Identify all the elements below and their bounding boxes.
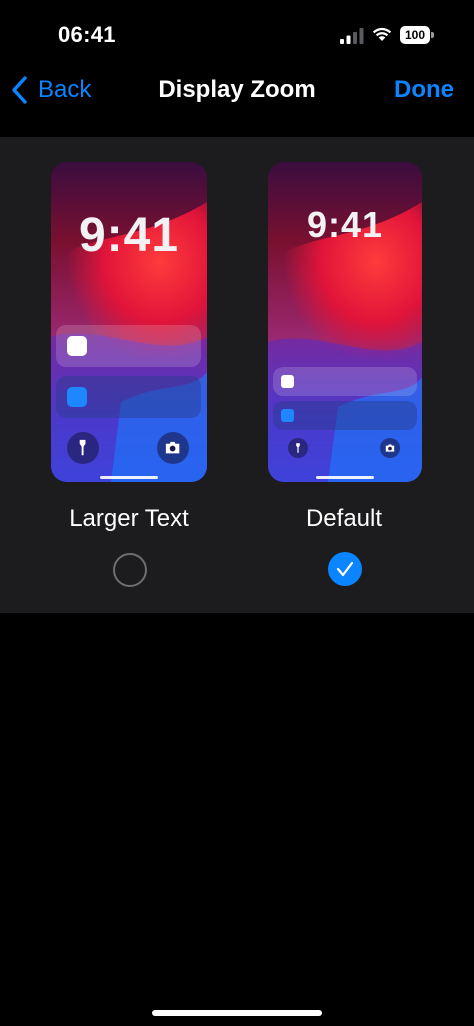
radio-unselected[interactable] — [113, 553, 147, 587]
wifi-icon — [372, 27, 392, 41]
checkmark-icon — [336, 561, 354, 577]
preview-notification — [273, 401, 417, 430]
navigation-bar: Back Display Zoom Done — [0, 60, 474, 122]
app-icon — [67, 387, 87, 407]
option-label: Default — [305, 505, 383, 532]
preview-time: 9:41 — [306, 204, 384, 245]
app-icon — [67, 336, 87, 356]
larger-text-preview: 9:41 — [51, 162, 207, 482]
status-time: 06:41 — [58, 22, 116, 47]
camera-icon — [380, 438, 400, 458]
preview-home-indicator — [316, 476, 374, 479]
preview-notification — [56, 376, 201, 418]
option-larger-text[interactable]: 9:41 Larger Text — [28, 137, 228, 613]
signal-icon — [340, 28, 364, 44]
option-label: Larger Text — [69, 505, 189, 532]
battery-icon: 100 — [400, 26, 434, 44]
default-preview: 9:41 — [268, 162, 422, 482]
display-zoom-screen: 06:41 100 Back Display Zoom Done 9:41 La… — [0, 0, 474, 1026]
preview-notification — [273, 367, 417, 396]
preview-notification — [56, 325, 201, 367]
preview-time: 9:41 — [78, 209, 180, 262]
zoom-options-panel: 9:41 Larger Text 9:41 Default — [0, 137, 474, 613]
flashlight-icon — [67, 432, 99, 464]
app-icon — [281, 409, 294, 422]
done-button[interactable]: Done — [394, 76, 454, 104]
preview-home-indicator — [100, 476, 158, 479]
battery-level: 100 — [400, 26, 430, 44]
battery-tip — [431, 32, 434, 38]
app-icon — [281, 375, 294, 388]
camera-icon — [157, 432, 189, 464]
status-bar: 06:41 100 — [0, 0, 474, 60]
radio-selected[interactable] — [328, 552, 362, 586]
home-indicator[interactable] — [152, 1010, 322, 1016]
flashlight-icon — [288, 438, 308, 458]
option-default[interactable]: 9:41 Default — [244, 137, 444, 613]
